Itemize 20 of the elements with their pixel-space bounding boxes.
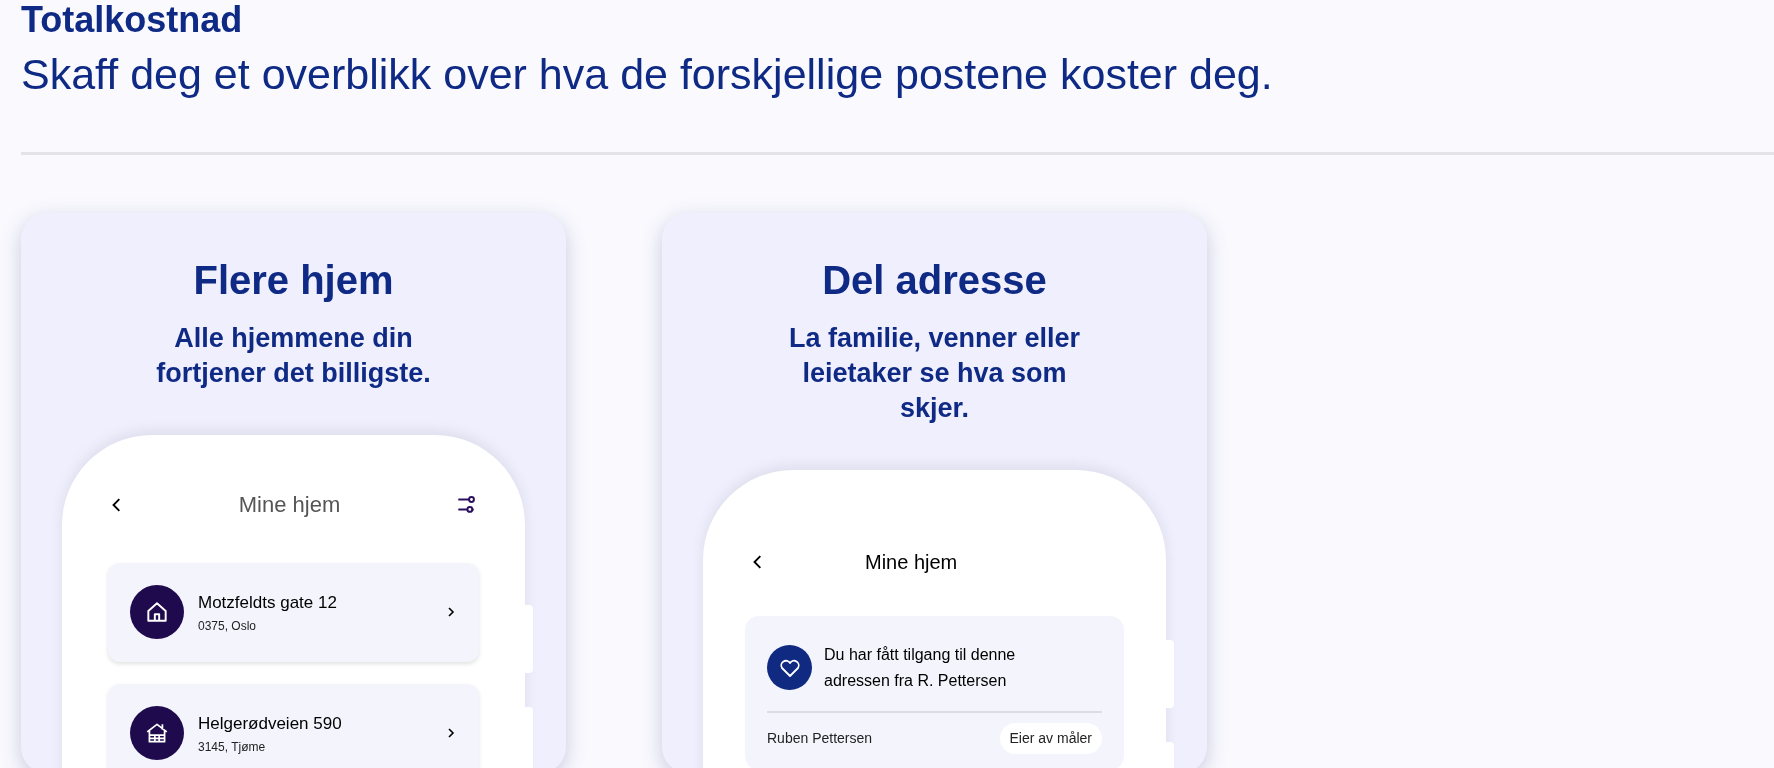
screen-title: Mine hjem [865, 550, 958, 576]
role-tag: Eier av måler [999, 723, 1102, 755]
postcode-text: 0375, Oslo [198, 618, 258, 636]
home-list-item[interactable]: Helgerødveien 590 3145, Tjøme [108, 683, 479, 768]
card-subtitle: La familie, venner eller leietaker se hva som skjer. [787, 321, 1082, 425]
chevron-right-icon [445, 727, 457, 740]
card-title: Del adresse [822, 256, 1047, 304]
access-notice: Du har fått tilgang til denne adressen fra R. Pettersen [824, 645, 1017, 691]
filter-icon[interactable] [455, 493, 477, 516]
home-list-item[interactable]: Motzfeldts gate 12 0375, Oslo [108, 562, 479, 662]
page-title: Totalkostnad [21, 2, 244, 38]
screen-title: Mine hjem [238, 491, 341, 520]
page-subtitle: Skaff deg et overblikk over hva de forskjellige postene koster deg. [21, 49, 1274, 100]
postcode-text: 3145, Tjøme [198, 739, 267, 757]
address-text: Helgerødveien 590 [198, 712, 343, 735]
card-subtitle: Alle hjemmene din fortjener det billigste. [155, 321, 432, 390]
chevron-right-icon [445, 606, 457, 619]
address-text: Motzfeldts gate 12 [198, 591, 338, 614]
owner-name: Ruben Pettersen [767, 729, 873, 749]
card-title: Flere hjem [193, 256, 394, 304]
